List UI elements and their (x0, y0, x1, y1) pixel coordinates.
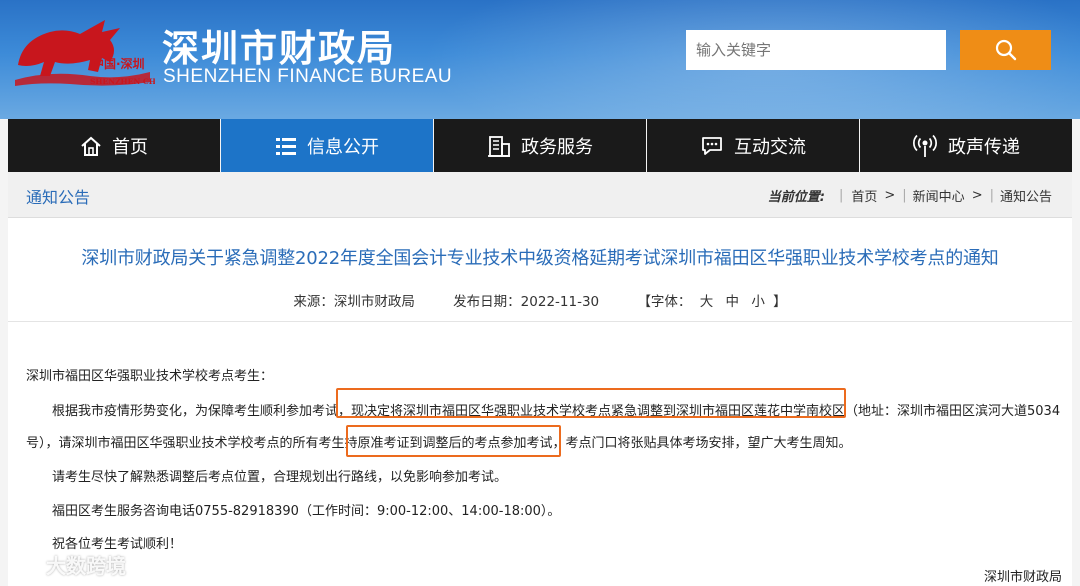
breadcrumb-divider: | (902, 188, 907, 203)
font-small-button[interactable]: 小 (751, 294, 765, 310)
font-size-label: 【字体： (637, 294, 692, 310)
watermark-logo-icon (8, 554, 40, 575)
article-date: 发布日期：2022-11-30 (453, 294, 600, 310)
breadcrumb-bar: 通知公告 当前位置: | 首页 > | 新闻中心 > | 通知公告 (8, 172, 1072, 218)
font-size-close: 】 (773, 294, 787, 310)
current-location-label: 当前位置: (767, 190, 825, 205)
site-logo[interactable]: 中国·深圳 SHENZHEN CHINA (10, 10, 172, 90)
search-button[interactable] (960, 30, 1051, 70)
breadcrumb-divider: | (838, 188, 844, 203)
salutation: 深圳市福田区华强职业技术学校考点考生： (26, 369, 274, 384)
font-medium-button[interactable]: 中 (726, 294, 740, 310)
signature: 深圳市财政局 (983, 570, 1062, 585)
site-name-en: SHENZHEN FINANCE BUREAU (163, 66, 453, 87)
watermark-text: 大数跨境 (46, 554, 126, 578)
section-title: 通知公告 (26, 188, 91, 207)
nav-item-gov-services[interactable]: 政务服务 (434, 119, 646, 172)
meta-divider (8, 321, 1072, 322)
article-source: 来源：深圳市财政局 (293, 294, 415, 310)
paragraph-3: 福田区考生服务咨询电话0755-82918390（工作时间：9:00-12:00… (52, 504, 561, 519)
breadcrumb-separator: > (884, 188, 896, 203)
paragraph-2: 请考生尽快了解熟悉调整后考点位置，合理规划出行路线，以免影响参加考试。 (52, 470, 508, 485)
building-icon (488, 135, 510, 157)
article: 深圳市财政局关于紧急调整2022年度全国会计专业技术中级资格延期考试深圳市福田区… (8, 218, 1072, 586)
article-meta: 来源：深圳市财政局 发布日期：2022-11-30 【字体： 大 中 小 】 (8, 290, 1072, 310)
search-icon (995, 39, 1016, 61)
nav-label-broadcast: 政声传递 (948, 136, 1020, 158)
nav-item-broadcast[interactable]: 政声传递 (860, 119, 1072, 172)
breadcrumb: 当前位置: | 首页 > | 新闻中心 > | 通知公告 (768, 186, 1052, 205)
nav-label-gov-services: 政务服务 (521, 136, 593, 158)
breadcrumb-news-link[interactable]: 新闻中心 (913, 186, 965, 205)
main-nav: 首页 信息公开 政务服务 互动交流 政声传递 (8, 119, 1072, 172)
breadcrumb-home-link[interactable]: 首页 (851, 186, 877, 205)
nav-label-home: 首页 (112, 136, 148, 158)
breadcrumb-notice-link[interactable]: 通知公告 (1000, 186, 1052, 205)
highlight-box-admission (346, 425, 561, 457)
list-icon (276, 137, 296, 155)
highlight-box-relocation (336, 388, 846, 418)
site-header: 中国·深圳 SHENZHEN CHINA 深圳市财政局 SHENZHEN FIN… (0, 0, 1080, 119)
nav-label-interaction: 互动交流 (734, 136, 806, 158)
bull-logo-icon: 中国·深圳 SHENZHEN CHINA (15, 20, 172, 86)
site-name-cn: 深圳市财政局 (162, 27, 396, 70)
nav-item-home[interactable]: 首页 (8, 119, 220, 172)
font-size-switcher: 【字体： 大 中 小 】 (637, 294, 786, 310)
nav-label-info-disclosure: 信息公开 (307, 136, 379, 158)
nav-item-info-disclosure[interactable]: 信息公开 (221, 119, 433, 172)
font-large-button[interactable]: 大 (700, 294, 714, 310)
watermark: 大数跨境 (8, 550, 126, 579)
broadcast-icon (913, 134, 937, 157)
nav-item-interaction[interactable]: 互动交流 (647, 119, 859, 172)
chat-icon (702, 136, 722, 155)
home-icon (81, 136, 101, 156)
logo-caption-cn: 中国·深圳 (92, 56, 145, 71)
breadcrumb-separator: > (971, 188, 983, 203)
search-input[interactable] (686, 30, 946, 70)
breadcrumb-divider: | (989, 188, 994, 203)
logo-caption-en: SHENZHEN CHINA (90, 77, 155, 86)
article-title: 深圳市财政局关于紧急调整2022年度全国会计专业技术中级资格延期考试深圳市福田区… (81, 248, 999, 269)
